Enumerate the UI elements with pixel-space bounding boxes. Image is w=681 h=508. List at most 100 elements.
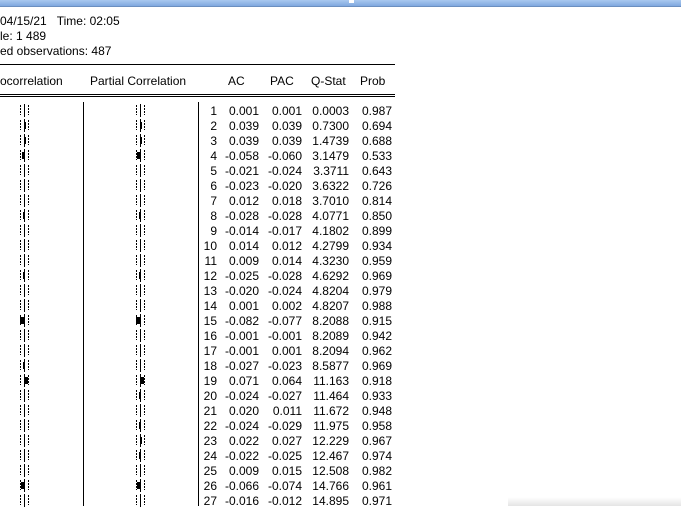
lower-confidence-bound (136, 195, 137, 205)
row-ac-value: 0.022 (228, 434, 259, 448)
row-prob-value: 0.958 (361, 419, 392, 433)
lower-confidence-bound (20, 165, 21, 175)
upper-confidence-bound (144, 255, 145, 265)
lower-confidence-bound (136, 330, 137, 340)
row-pac-value: 0.039 (271, 119, 302, 133)
row-pac-value: 0.001 (271, 344, 302, 358)
row-prob-value: 0.942 (361, 329, 392, 343)
lower-confidence-bound (20, 270, 21, 280)
upper-confidence-bound (28, 405, 29, 415)
autocorrelation-bar (24, 437, 25, 444)
header-time: Time: 02:05 (56, 14, 120, 28)
row-lag: 18 (203, 359, 217, 373)
upper-confidence-bound (144, 105, 145, 115)
table-row: 9 -0.014 -0.017 4.1802 0.899 (0, 223, 395, 238)
autocorrelation-bar (24, 302, 25, 309)
row-qstat-value: 0.7300 (312, 119, 349, 133)
table-row: 1 0.001 0.001 0.0003 0.987 (0, 103, 395, 118)
table-row: 8 -0.028 -0.028 4.0771 0.850 (0, 208, 395, 223)
lower-confidence-bound (136, 450, 137, 460)
row-ac-value: -0.022 (224, 449, 259, 463)
row-pac-value: 0.027 (271, 434, 302, 448)
lower-confidence-bound (20, 150, 21, 160)
row-lag: 15 (203, 314, 217, 328)
lower-confidence-bound (136, 165, 137, 175)
partial-correlation-bar (140, 377, 144, 384)
row-prob-value: 0.899 (361, 224, 392, 238)
row-qstat-value: 4.6292 (312, 269, 349, 283)
upper-confidence-bound (28, 285, 29, 295)
lower-confidence-bound (20, 345, 21, 355)
row-prob-value: 0.643 (361, 164, 392, 178)
partial-correlation-bar (140, 347, 141, 354)
window-edge-shadow (508, 497, 681, 506)
row-pac-value: 0.039 (271, 134, 302, 148)
header-observations: ed observations: 487 (0, 44, 112, 58)
autocorrelation-bar (24, 242, 25, 249)
upper-confidence-bound (28, 120, 29, 130)
lower-confidence-bound (136, 435, 137, 445)
partial-correlation-bar (140, 122, 142, 129)
partial-correlation-bar (140, 242, 141, 249)
upper-confidence-bound (144, 420, 145, 430)
partial-correlation-bar (140, 137, 142, 144)
upper-confidence-bound (144, 450, 145, 460)
lower-confidence-bound (20, 450, 21, 460)
row-lag: 11 (204, 254, 217, 268)
partial-correlation-bar (140, 407, 141, 414)
partial-correlation-bar (140, 437, 142, 444)
upper-confidence-bound (144, 270, 145, 280)
row-ac-value: 0.071 (228, 374, 259, 388)
row-prob-value: 0.979 (361, 284, 392, 298)
upper-confidence-bound (28, 180, 29, 190)
row-qstat-value: 11.464 (313, 389, 349, 403)
lower-confidence-bound (20, 135, 21, 145)
row-pac-value: 0.011 (272, 404, 302, 418)
row-pac-value: -0.017 (267, 224, 302, 238)
window-title-bar[interactable] (0, 0, 681, 7)
row-ac-value: 0.014 (228, 239, 259, 253)
row-pac-value: -0.028 (267, 209, 302, 223)
table-row: 13 -0.020 -0.024 4.8204 0.979 (0, 283, 395, 298)
autocorrelation-bar (21, 482, 25, 489)
row-qstat-value: 8.2089 (312, 329, 349, 343)
upper-confidence-bound (28, 465, 29, 475)
row-ac-value: -0.024 (224, 419, 259, 433)
table-top-rule (0, 64, 395, 65)
row-qstat-value: 14.766 (312, 479, 349, 493)
partial-correlation-bar (140, 197, 141, 204)
table-row: 14 0.001 0.002 4.8207 0.988 (0, 298, 395, 313)
table-header-rule (0, 94, 395, 97)
row-prob-value: 0.967 (361, 434, 392, 448)
row-prob-value: 0.850 (361, 209, 392, 223)
lower-confidence-bound (20, 330, 21, 340)
autocorrelation-bar (24, 467, 25, 474)
partial-correlation-bar (139, 392, 141, 399)
partial-correlation-bar (140, 332, 141, 339)
table-row: 7 0.012 0.018 3.7010 0.814 (0, 193, 395, 208)
partial-correlation-bar (139, 422, 141, 429)
autocorrelation-bar (24, 137, 26, 144)
row-prob-value: 0.933 (361, 389, 392, 403)
row-prob-value: 0.962 (361, 344, 392, 358)
lower-confidence-bound (20, 180, 21, 190)
partial-correlation-bar (140, 107, 141, 114)
column-header-partial-correlation: Partial Correlation (90, 74, 187, 88)
upper-confidence-bound (28, 150, 29, 160)
partial-correlation-bar (140, 182, 141, 189)
lower-confidence-bound (136, 105, 137, 115)
lower-confidence-bound (136, 360, 137, 370)
row-prob-value: 0.988 (361, 299, 392, 313)
header-date-time: 04/15/21 Time: 02:05 (0, 14, 120, 28)
upper-confidence-bound (144, 120, 145, 130)
table-row: 3 0.039 0.039 1.4739 0.688 (0, 133, 395, 148)
row-lag: 1 (210, 104, 217, 118)
upper-confidence-bound (28, 495, 29, 505)
upper-confidence-bound (28, 450, 29, 460)
header-date: 04/15/21 (0, 14, 47, 28)
table-row: 5 -0.021 -0.024 3.3711 0.643 (0, 163, 395, 178)
lower-confidence-bound (20, 405, 21, 415)
row-qstat-value: 11.975 (313, 419, 349, 433)
row-prob-value: 0.688 (361, 134, 392, 148)
header-sample: le: 1 489 (0, 29, 47, 43)
